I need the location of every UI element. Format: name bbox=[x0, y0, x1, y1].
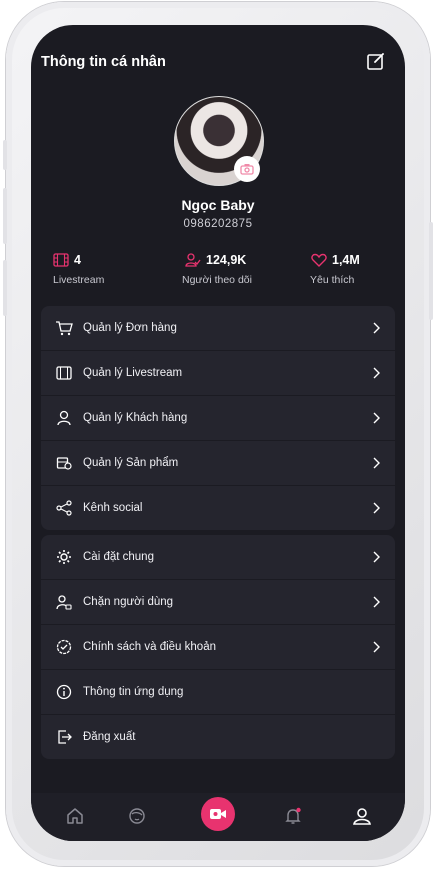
share-icon bbox=[56, 500, 72, 516]
stat-value: 1,4M bbox=[332, 253, 360, 267]
chevron-right-icon bbox=[373, 551, 380, 563]
menu-item-livestream[interactable]: Quản lý Livestream bbox=[41, 351, 395, 396]
chevron-right-icon bbox=[373, 322, 380, 334]
menu-item-label: Cài đặt chung bbox=[83, 551, 154, 563]
change-avatar-button[interactable] bbox=[234, 156, 260, 182]
menu-item-label: Quản lý Khách hàng bbox=[83, 412, 188, 424]
chevron-right-icon bbox=[373, 412, 380, 424]
block-user-icon bbox=[56, 595, 72, 610]
chevron-right-icon bbox=[373, 596, 380, 608]
stat-value: 4 bbox=[74, 253, 81, 267]
volume-up-button bbox=[3, 188, 7, 244]
edit-icon[interactable] bbox=[366, 51, 386, 71]
menu-item-label: Kênh social bbox=[83, 502, 143, 514]
cart-icon bbox=[56, 321, 73, 336]
menu-item-app-info[interactable]: Thông tin ứng dụng bbox=[41, 670, 395, 715]
menu-item-general-settings[interactable]: Cài đặt chung bbox=[41, 535, 395, 580]
chevron-right-icon bbox=[373, 457, 380, 469]
info-icon bbox=[56, 684, 72, 700]
app-screen: Thông tin cá nhân Ngọc Baby 0986202875 4… bbox=[31, 25, 405, 841]
gear-icon bbox=[57, 550, 71, 564]
stat-likes[interactable]: 1,4M Yêu thích bbox=[310, 251, 360, 286]
followers-icon bbox=[185, 253, 201, 267]
menu-item-customers[interactable]: Quản lý Khách hàng bbox=[41, 396, 395, 441]
menu-item-products[interactable]: Quản lý Sản phẩm bbox=[41, 441, 395, 486]
chevron-right-icon bbox=[373, 641, 380, 653]
tab-home[interactable] bbox=[60, 801, 90, 831]
page-title: Thông tin cá nhân bbox=[41, 54, 166, 70]
stat-label: Yêu thích bbox=[310, 274, 355, 286]
home-icon bbox=[67, 808, 83, 824]
profile-icon bbox=[353, 808, 371, 825]
heart-icon bbox=[311, 253, 327, 267]
stat-value: 124,9K bbox=[206, 253, 247, 267]
bell-icon bbox=[285, 807, 301, 824]
film-icon bbox=[56, 366, 72, 380]
settings-menu: Cài đặt chung Chặn người dùng Chính sách… bbox=[41, 535, 395, 759]
volume-down-button bbox=[3, 260, 7, 316]
user-icon bbox=[57, 410, 71, 426]
stat-followers[interactable]: 124,9K Người theo dõi bbox=[182, 251, 252, 286]
menu-item-block-users[interactable]: Chặn người dùng bbox=[41, 580, 395, 625]
menu-item-label: Đăng xuất bbox=[83, 731, 136, 743]
menu-item-label: Thông tin ứng dụng bbox=[83, 686, 184, 698]
menu-item-orders[interactable]: Quản lý Đơn hàng bbox=[41, 306, 395, 351]
film-icon bbox=[53, 253, 69, 267]
power-button bbox=[429, 222, 433, 320]
menu-item-logout[interactable]: Đăng xuất bbox=[41, 715, 395, 759]
menu-item-label: Chặn người dùng bbox=[83, 596, 174, 608]
stat-livestream[interactable]: 4 Livestream bbox=[53, 251, 104, 286]
management-menu: Quản lý Đơn hàng Quản lý Livestream Quản… bbox=[41, 306, 395, 530]
menu-item-label: Quản lý Livestream bbox=[83, 367, 183, 379]
profile-phone: 0986202875 bbox=[183, 218, 253, 230]
tab-go-live[interactable] bbox=[201, 797, 235, 831]
stat-label: Người theo dõi bbox=[182, 274, 252, 286]
tab-people[interactable] bbox=[122, 801, 152, 831]
tab-notifications[interactable] bbox=[278, 801, 308, 831]
mute-switch bbox=[3, 140, 7, 170]
bottom-tab-bar bbox=[31, 793, 405, 841]
camera-icon bbox=[240, 164, 254, 175]
product-icon bbox=[56, 457, 72, 470]
menu-item-policy[interactable]: Chính sách và điều khoản bbox=[41, 625, 395, 670]
chevron-right-icon bbox=[373, 367, 380, 379]
menu-item-label: Quản lý Đơn hàng bbox=[83, 322, 177, 334]
logout-icon bbox=[58, 730, 72, 744]
profile-name: Ngọc Baby bbox=[181, 197, 255, 213]
stat-label: Livestream bbox=[53, 274, 105, 286]
user-face-icon bbox=[129, 808, 145, 824]
chevron-right-icon bbox=[373, 502, 380, 514]
video-camera-icon bbox=[210, 809, 226, 819]
menu-item-label: Chính sách và điều khoản bbox=[83, 641, 216, 653]
menu-item-social[interactable]: Kênh social bbox=[41, 486, 395, 530]
menu-item-label: Quản lý Sản phẩm bbox=[83, 457, 179, 469]
tab-profile[interactable] bbox=[347, 801, 377, 831]
policy-icon bbox=[56, 639, 72, 655]
